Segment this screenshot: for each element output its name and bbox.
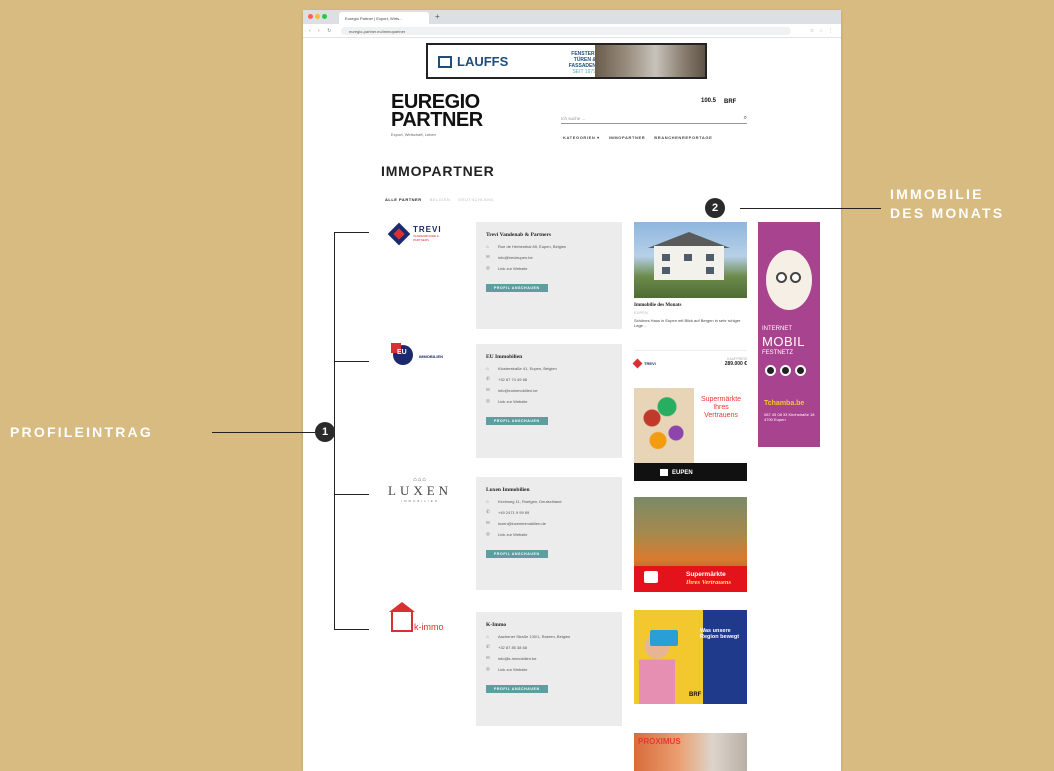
brf-logo[interactable]: BRF [724,99,736,105]
phone-icon: ✆ [486,509,490,514]
nav-immopartner[interactable]: IMMOPARTNER [609,135,646,140]
property-location: EUPEN [634,310,648,315]
property-footer: TREVI KAUFPREIS 289.000 € [632,350,747,369]
annotation-immobilie-line1: IMMOBILIE [890,186,984,202]
nav-branchenreportage[interactable]: BRANCHENREPORTAGE [654,135,712,140]
store-logo-icon [660,469,668,476]
wifi-icon [765,365,776,376]
profile-button[interactable]: PROFIL ANSCHAUEN [486,284,548,292]
vegetables-image [634,388,694,463]
trevi-diamond-icon [632,358,643,369]
filter-all[interactable]: ALLE PARTNER [385,197,422,202]
annotation-immobilie-line2: DES MONATS [890,205,1005,221]
filter-belgien[interactable]: BELGIEN [430,197,451,202]
nav-kategorien[interactable]: KATEGORIEN ▾ [563,135,600,140]
carrefour-logo-icon [644,571,658,583]
site-logo[interactable]: EUREGIO PARTNER Export, Wirtschaft, Lebe… [391,92,483,137]
agency-logo: TREVI [632,358,656,369]
annotation-badge-2: 2 [705,198,725,218]
minimize-window-button[interactable] [315,14,320,19]
profile-card: K-Immo ⌂ Aachener Straße 130/1, Raeren, B… [476,612,622,726]
property-price: KAUFPREIS 289.000 € [724,357,747,367]
globe-icon: ◎ [486,398,490,403]
new-tab-icon[interactable]: + [435,12,440,21]
property-title: Immobilie des Monats [634,303,682,308]
globe-icon: ◎ [486,265,490,270]
maximize-window-button[interactable] [322,14,327,19]
radio-logo[interactable]: 100.5 [701,98,716,104]
page-title: IMMOPARTNER [381,163,495,179]
profile-bracket [334,232,369,630]
immo-leader-line [740,208,881,209]
banner-photo [595,45,705,77]
profile-button[interactable]: PROFIL ANSCHAUEN [486,685,548,693]
profile-button[interactable]: PROFIL ANSCHAUEN [486,550,548,558]
bracket-tick [334,494,369,495]
mail-icon: ✉ [486,387,490,392]
bracket-tick [334,361,369,362]
tab-bar: Euregio Partner | Export, Wirts... + [303,10,841,24]
property-description: Schönes Haus in Eupen mit Blick auf Berg… [634,318,741,328]
url-field[interactable]: euregio-partner.eu/immopartner [341,27,791,35]
partner-logo-kimmo[interactable]: k-immo [389,602,444,632]
extensions-icon[interactable]: ☆ ◌ ⋮ [810,28,835,34]
tv-icon [795,365,806,376]
main-nav: KATEGORIEN ▾ IMMOPARTNER BRANCHENREPORTA… [563,135,712,140]
profile-card: EU Immobilien ⌂ Klosterstraße 41, Eupen, … [476,344,622,458]
globe-icon: ◎ [486,531,490,536]
location-icon: ⌂ [486,244,489,249]
annotation-badge-1: 1 [315,422,335,442]
nav-arrows-icon[interactable]: ‹ › ↻ [309,28,334,34]
browser-window: Euregio Partner | Export, Wirts... + ‹ ›… [303,10,841,771]
close-window-button[interactable] [308,14,313,19]
mail-icon: ✉ [486,254,490,259]
window-controls[interactable] [308,14,327,19]
skyscraper-ad[interactable]: INTERNET MOBIL FESTNETZ Tchamba.be 087 4… [758,222,820,447]
top-banner-ad[interactable]: LAUFFS FENSTER, TÜREN & FASSADEN SEIT 19… [426,43,707,79]
filter-deutschland[interactable]: DEUTSCHLAND [458,197,494,202]
property-photo[interactable] [634,222,747,298]
mail-icon: ✉ [486,655,490,660]
phone-icon: ✆ [486,644,490,649]
eu-logo-icon: EU [391,343,415,369]
service-icons [765,365,806,376]
brf-ad[interactable]: Was unsere Region bewegt BRF [634,610,747,704]
house-outline-icon [389,602,415,632]
face-illustration [766,250,812,310]
partner-filters: ALLE PARTNER BELGIEN DEUTSCHLAND [385,197,494,202]
partner-logo-luxen[interactable]: ⌂⌂⌂ LUXEN IMMOBILIEN [388,477,452,503]
browser-tab[interactable]: Euregio Partner | Export, Wirts... [339,12,429,24]
search-icon[interactable]: ⌕ [744,115,747,122]
partner-logo-eu[interactable]: EU IMMOBILIEN [391,343,443,369]
radio-device-image [650,630,678,646]
banner-tagline: FENSTER, TÜREN & FASSADEN SEIT 1979 [568,51,596,75]
address-bar-row: ‹ › ↻ euregio-partner.eu/immopartner ☆ ◌… [303,24,841,38]
partner-logo-trevi[interactable]: TREVI VANDENBORRE & PARTNERS [387,222,445,245]
globe-icon: ◎ [486,666,490,671]
profile-card: Luxen Immobilien ⌂ Kirchweg 11, Roetgen, … [476,477,622,590]
location-icon: ⌂ [486,499,489,504]
proximus-ad[interactable]: PROXIMUS [634,733,747,771]
profile-button[interactable]: PROFIL ANSCHAUEN [486,417,548,425]
location-icon: ⌂ [486,366,489,371]
profile-card: Trevi Vandenab & Partners ⌂ Rue de Herbes… [476,222,622,329]
mail-icon: ✉ [486,520,490,525]
lauffs-mark-icon [438,55,452,68]
lauffs-logo: LAUFFS [438,54,508,69]
supermarket-ad-1[interactable]: Supermärkte Ihres Vertrauens EUPEN [634,388,747,481]
property-of-month-card[interactable]: Immobilie des Monats EUPEN Schönes Haus … [632,222,747,384]
supermarket-ad-2[interactable]: Supermärkte Ihres Vertrauens [634,497,747,592]
trevi-diamond-icon [387,222,411,245]
annotation-profileintrag: PROFILEINTRAG [10,424,153,440]
search-input[interactable]: Ich suche ... ⌕ [561,114,747,124]
location-icon: ⌂ [486,634,489,639]
phone-icon [780,365,791,376]
phone-icon: ✆ [486,376,490,381]
